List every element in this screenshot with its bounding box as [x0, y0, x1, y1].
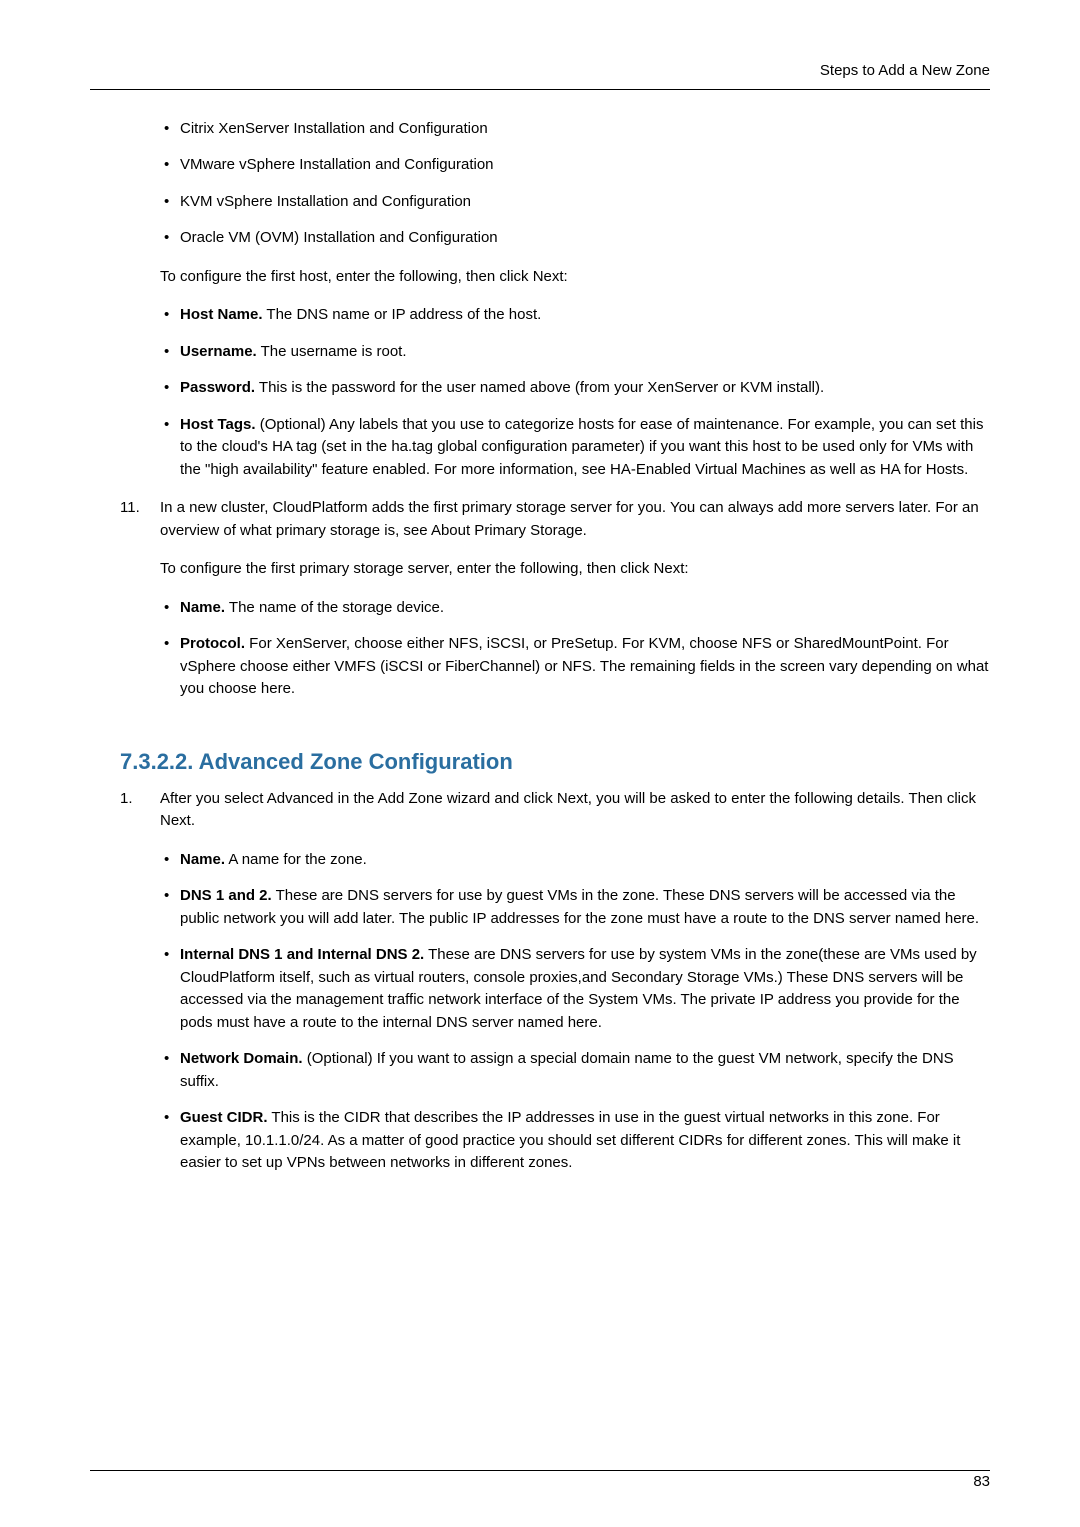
field-label: Protocol. [180, 635, 245, 652]
field-label: Internal DNS 1 and Internal DNS 2. [180, 946, 424, 963]
config-first-host-text: To configure the first host, enter the f… [160, 266, 990, 289]
field-label: Host Tags. [180, 416, 256, 433]
field-text: The DNS name or IP address of the host. [263, 306, 542, 323]
list-item-text: Citrix XenServer Installation and Config… [180, 120, 488, 137]
field-label: Network Domain. [180, 1050, 303, 1067]
field-label: Password. [180, 379, 255, 396]
adv-intro: After you select Advanced in the Add Zon… [160, 788, 990, 833]
adv-step-1: 1. After you select Advanced in the Add … [120, 788, 990, 1191]
list-item: Network Domain. (Optional) If you want t… [160, 1048, 990, 1093]
field-label: Host Name. [180, 306, 263, 323]
list-item: KVM vSphere Installation and Configurati… [160, 191, 990, 214]
list-item: Name. A name for the zone. [160, 849, 990, 872]
step-11-intro: In a new cluster, CloudPlatform adds the… [160, 497, 990, 542]
list-item-text: KVM vSphere Installation and Configurati… [180, 193, 471, 210]
page-header: Steps to Add a New Zone [90, 60, 990, 90]
header-title: Steps to Add a New Zone [820, 62, 990, 79]
list-item: VMware vSphere Installation and Configur… [160, 154, 990, 177]
list-item: Host Tags. (Optional) Any labels that yo… [160, 414, 990, 482]
field-label: DNS 1 and 2. [180, 887, 272, 904]
field-text: These are DNS servers for use by guest V… [180, 887, 979, 927]
primary-storage-fields: Name. The name of the storage device. Pr… [160, 597, 990, 701]
field-label: Name. [180, 851, 225, 868]
list-item: DNS 1 and 2. These are DNS servers for u… [160, 885, 990, 930]
footer-rule [90, 1470, 990, 1471]
field-text: This is the CIDR that describes the IP a… [180, 1109, 960, 1171]
section-heading-advanced-zone: 7.3.2.2. Advanced Zone Configuration [120, 745, 990, 778]
field-text: The name of the storage device. [225, 599, 444, 616]
list-item: Protocol. For XenServer, choose either N… [160, 633, 990, 701]
list-item-text: VMware vSphere Installation and Configur… [180, 156, 494, 173]
field-label: Username. [180, 343, 257, 360]
list-item: Oracle VM (OVM) Installation and Configu… [160, 227, 990, 250]
install-list: Citrix XenServer Installation and Config… [160, 118, 990, 250]
field-text: This is the password for the user named … [255, 379, 824, 396]
step-number: 11. [120, 497, 160, 717]
step-11: 11. In a new cluster, CloudPlatform adds… [120, 497, 990, 717]
step-number: 1. [120, 788, 160, 1191]
list-item: Name. The name of the storage device. [160, 597, 990, 620]
adv-fields-list: Name. A name for the zone. DNS 1 and 2. … [160, 849, 990, 1175]
list-item: Citrix XenServer Installation and Config… [160, 118, 990, 141]
list-item: Guest CIDR. This is the CIDR that descri… [160, 1107, 990, 1175]
list-item: Host Name. The DNS name or IP address of… [160, 304, 990, 327]
field-text: (Optional) Any labels that you use to ca… [180, 416, 983, 478]
field-label: Name. [180, 599, 225, 616]
list-item: Password. This is the password for the u… [160, 377, 990, 400]
step-11-config-line: To configure the first primary storage s… [160, 558, 990, 581]
page-content: Citrix XenServer Installation and Config… [90, 118, 990, 1191]
field-text: For XenServer, choose either NFS, iSCSI,… [180, 635, 988, 697]
field-text: The username is root. [257, 343, 407, 360]
list-item: Username. The username is root. [160, 341, 990, 364]
top-subsection: Citrix XenServer Installation and Config… [120, 118, 990, 482]
step-body: In a new cluster, CloudPlatform adds the… [160, 497, 990, 717]
page-number: 83 [973, 1471, 990, 1494]
field-text: A name for the zone. [225, 851, 367, 868]
host-fields-list: Host Name. The DNS name or IP address of… [160, 304, 990, 481]
list-item-text: Oracle VM (OVM) Installation and Configu… [180, 229, 498, 246]
step-body: After you select Advanced in the Add Zon… [160, 788, 990, 1191]
list-item: Internal DNS 1 and Internal DNS 2. These… [160, 944, 990, 1034]
field-label: Guest CIDR. [180, 1109, 268, 1126]
